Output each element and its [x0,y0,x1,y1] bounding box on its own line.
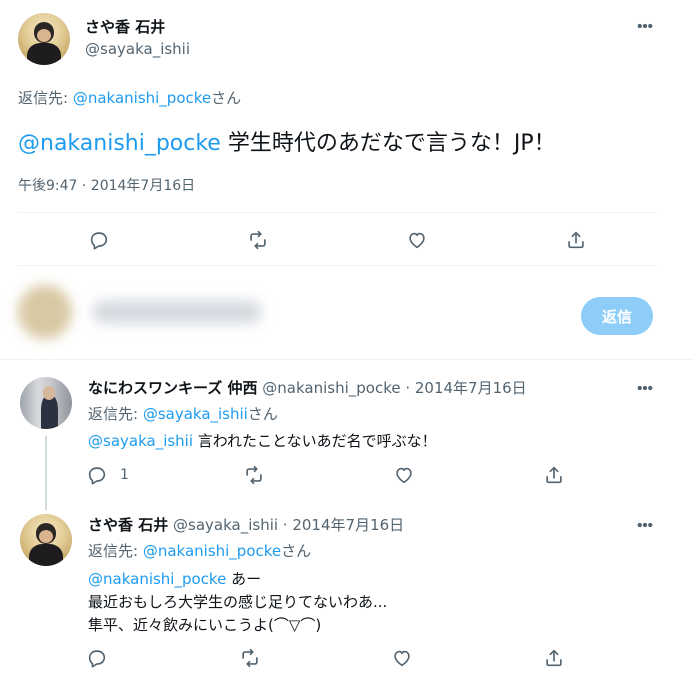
share-icon[interactable] [541,462,567,488]
handle[interactable]: @sayaka_ishii [173,516,278,534]
tweet-header: なにわスワンキーズ 仲西 @nakanishi_pocke · 2014年7月1… [88,377,527,398]
reply-to-link[interactable]: @sayaka_ishii [143,405,248,423]
tweet-date[interactable]: · 2014年7月16日 [278,516,404,534]
tweet-body-line: あー [226,570,262,588]
tweet-body-line: 最近おもしろ大学生の感じ足りてないわあ... [88,593,388,611]
timestamp[interactable]: 午後9:47 · 2014年7月16日 [18,175,195,195]
tweet-text: @nakanishi_pocke 学生時代のあだなで言うな！JP！ [18,125,556,157]
heart-icon[interactable] [391,462,417,488]
retweet-icon[interactable] [241,462,267,488]
reply-icon[interactable] [84,462,110,488]
retweet-icon[interactable] [237,645,263,671]
mention-link[interactable]: @nakanishi_pocke [88,570,226,588]
tweet-body: 学生時代のあだなで言うな！JP！ [220,131,556,156]
handle[interactable]: @nakanishi_pocke [262,379,400,397]
avatar[interactable] [20,514,72,566]
share-icon[interactable] [562,226,590,254]
mention-link[interactable]: @nakanishi_pocke [18,131,221,156]
reply-icon[interactable] [84,645,110,671]
reply-suffix: さん [211,89,242,107]
display-name[interactable]: なにわスワンキーズ 仲西 [88,379,257,397]
divider [18,265,658,266]
tweet-date[interactable]: · 2014年7月16日 [401,379,526,397]
reply-icon[interactable] [85,226,113,254]
avatar[interactable] [18,13,70,65]
reply-button[interactable]: 返信 [581,297,653,335]
mention-link[interactable]: @sayaka_ishii [88,432,193,450]
reply-count: 1 [120,467,129,483]
reply-context: 返信先: @nakanishi_pockeさん [88,540,311,561]
reply-prefix: 返信先: [88,405,143,423]
tweet-text: @sayaka_ishii 言われたことないあだ名で呼ぶな！ [88,430,437,451]
reply-suffix: さん [281,542,312,560]
display-name[interactable]: さや香 石井 [85,16,165,37]
tweet-header: さや香 石井 @sayaka_ishii · 2014年7月16日 [88,514,404,535]
more-icon[interactable] [634,378,656,398]
heart-icon[interactable] [403,226,431,254]
tweet-body: 言われたことないあだ名で呼ぶな！ [193,432,437,450]
more-icon[interactable] [634,16,656,36]
tweet-body-line: 隼平、近々飲みにいこうよ(⌒▽⌒) [88,616,322,634]
reply-prefix: 返信先: [88,542,143,560]
reply-context: 返信先: @nakanishi_pockeさん [18,87,241,108]
compose-avatar [18,285,72,339]
reply-suffix: さん [247,405,278,423]
thread-line [45,436,47,510]
avatar[interactable] [20,377,72,429]
share-icon[interactable] [541,645,567,671]
heart-icon[interactable] [389,645,415,671]
reply-prefix: 返信先: [18,89,73,107]
handle[interactable]: @sayaka_ishii [85,40,190,58]
reply-to-link[interactable]: @nakanishi_pocke [73,89,211,107]
tweet-text: @nakanishi_pocke あー 最近おもしろ大学生の感じ足りてないわあ.… [88,568,387,637]
reply-to-link[interactable]: @nakanishi_pocke [143,542,281,560]
divider [18,212,658,213]
divider [0,359,693,360]
compose-input[interactable] [92,300,262,324]
display-name[interactable]: さや香 石井 [88,516,168,534]
retweet-icon[interactable] [244,226,272,254]
more-icon[interactable] [634,515,656,535]
reply-context: 返信先: @sayaka_ishiiさん [88,403,278,424]
